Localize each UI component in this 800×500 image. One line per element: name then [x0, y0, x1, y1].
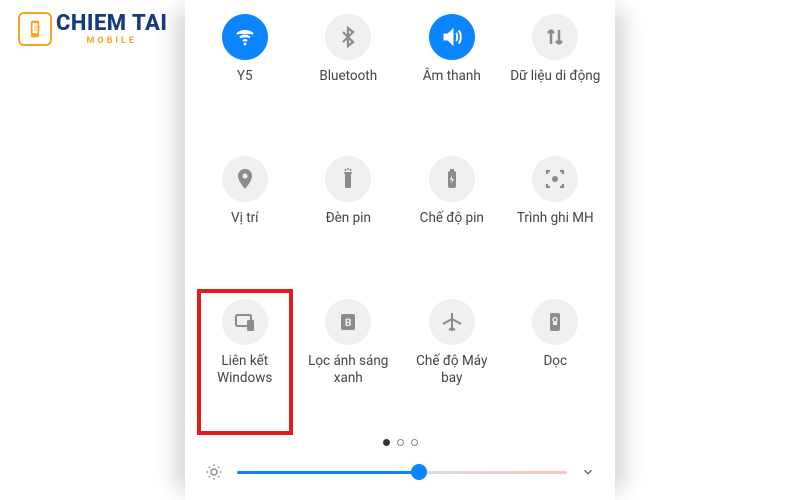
tile-label: Âm thanh — [423, 68, 481, 85]
link-to-windows-icon — [222, 299, 268, 345]
tile-portrait-lock[interactable]: Dọc — [506, 291, 606, 429]
tile-airplane-mode[interactable]: Chế độ Máy bay — [402, 291, 502, 429]
tile-label: Bluetooth — [319, 68, 377, 85]
svg-text:CT: CT — [34, 27, 40, 33]
portrait-lock-icon — [532, 299, 578, 345]
tile-label: Chế độ pin — [420, 210, 484, 227]
watermark-badge: CT — [18, 12, 52, 46]
watermark-text: CHIEM TAI MOBILE — [56, 13, 167, 46]
watermark-logo: CT CHIEM TAI MOBILE — [18, 12, 167, 46]
pager-dot-3[interactable] — [411, 439, 418, 446]
slider-track — [237, 471, 567, 474]
tile-label: Y5 — [237, 68, 253, 85]
blue-light-icon: B — [325, 299, 371, 345]
quick-settings-grid: Y5 Bluetooth Âm thanh Dữ liệu di động — [185, 0, 615, 429]
tile-label: Lọc ánh sáng xanh — [302, 353, 394, 387]
brightness-slider[interactable] — [237, 462, 567, 482]
pager-dot-1[interactable] — [383, 439, 390, 446]
sun-icon — [205, 463, 223, 481]
mobile-data-icon — [532, 14, 578, 60]
tile-blue-light-filter[interactable]: B Lọc ánh sáng xanh — [299, 291, 399, 429]
page-indicator[interactable] — [185, 429, 615, 454]
tile-bluetooth[interactable]: Bluetooth — [299, 6, 399, 144]
tile-screen-recorder[interactable]: Trình ghi MH — [506, 148, 606, 286]
slider-thumb[interactable] — [411, 464, 427, 480]
smartphone-icon: CT — [25, 19, 45, 39]
svg-text:B: B — [345, 318, 351, 329]
tile-location[interactable]: Vị trí — [195, 148, 295, 286]
tile-label: Vị trí — [231, 210, 259, 227]
tile-label: Trình ghi MH — [517, 210, 594, 227]
pager-dot-2[interactable] — [397, 439, 404, 446]
tile-mobile-data[interactable]: Dữ liệu di động — [506, 6, 606, 144]
watermark-sub: MOBILE — [56, 37, 167, 46]
chevron-down-icon[interactable] — [581, 465, 595, 479]
bluetooth-icon — [325, 14, 371, 60]
tile-label: Chế độ Máy bay — [406, 353, 498, 387]
brightness-row — [185, 454, 615, 500]
wifi-icon — [222, 14, 268, 60]
tile-label: Dọc — [543, 353, 567, 370]
tile-battery-mode[interactable]: Chế độ pin — [402, 148, 502, 286]
tile-label: Liên kết Windows — [199, 353, 291, 387]
tile-link-to-windows[interactable]: Liên kết Windows — [195, 291, 295, 429]
tile-label: Đèn pin — [326, 210, 371, 227]
tile-wifi[interactable]: Y5 — [195, 6, 295, 144]
screen-recorder-icon — [532, 156, 578, 202]
watermark-main: CHIEM TAI — [56, 13, 167, 35]
speaker-icon — [429, 14, 475, 60]
tile-sound[interactable]: Âm thanh — [402, 6, 502, 144]
tile-label: Dữ liệu di động — [510, 68, 600, 85]
tile-flashlight[interactable]: Đèn pin — [299, 148, 399, 286]
battery-saver-icon — [429, 156, 475, 202]
airplane-icon — [429, 299, 475, 345]
location-icon — [222, 156, 268, 202]
quick-settings-panel: Y5 Bluetooth Âm thanh Dữ liệu di động — [185, 0, 615, 500]
flashlight-icon — [325, 156, 371, 202]
